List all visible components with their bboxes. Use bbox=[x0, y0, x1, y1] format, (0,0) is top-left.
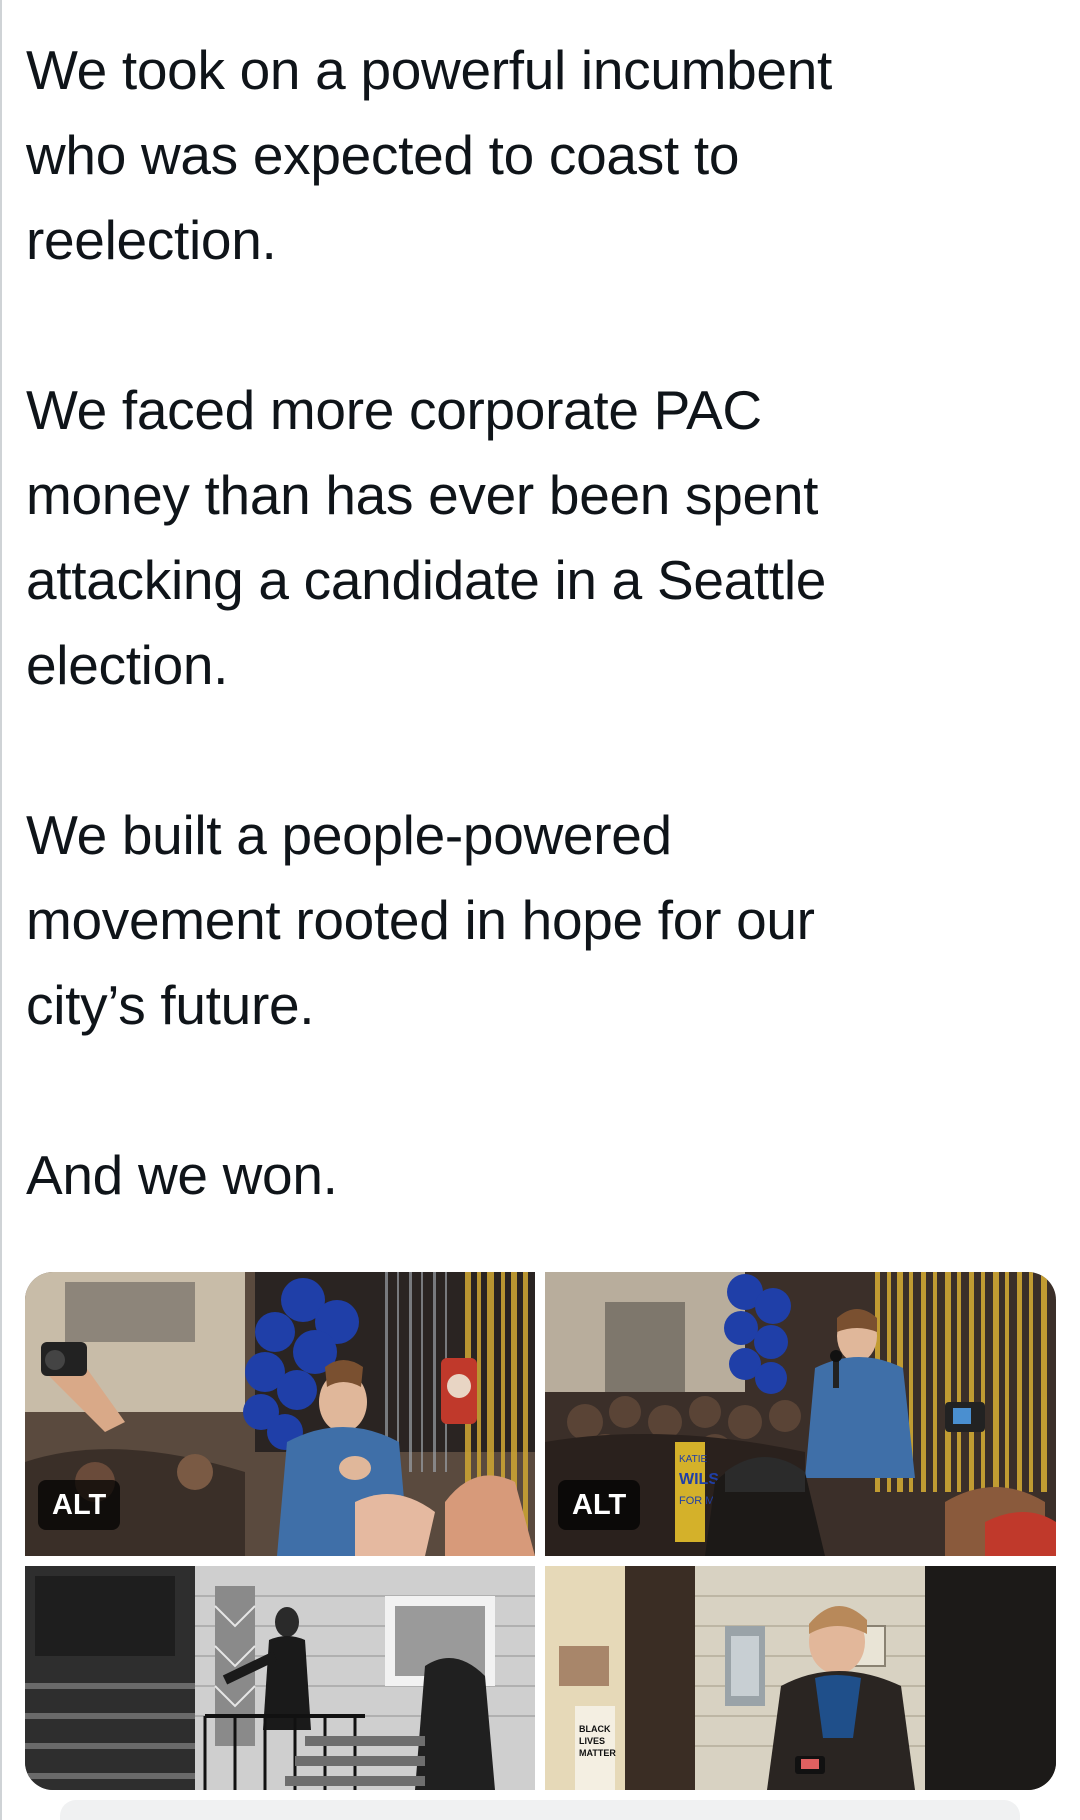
sign-line-1: KATIE bbox=[679, 1454, 707, 1465]
tweet-line: We built a people-powered bbox=[26, 804, 672, 866]
poster-line-2: LIVES bbox=[579, 1736, 605, 1746]
tweet-line: reelection. bbox=[26, 209, 277, 271]
crowd-celebration-photo[interactable]: ALT bbox=[25, 1272, 535, 1556]
tweet-paragraph: We built a people-powered movement roote… bbox=[26, 793, 1046, 1048]
porch-stairs-image bbox=[25, 1566, 535, 1790]
tweet-paragraph: We faced more corporate PAC money than h… bbox=[26, 368, 1046, 708]
bottom-bar bbox=[60, 1800, 1020, 1820]
media-grid: ALT KATIE WILS FOR M ALT BLACK LIVES MAT… bbox=[25, 1272, 1056, 1790]
tweet-line: money than has ever been spent bbox=[26, 464, 819, 526]
tweet-text: We took on a powerful incumbent who was … bbox=[26, 28, 1046, 1218]
tweet-line: We faced more corporate PAC bbox=[26, 379, 762, 441]
alt-badge[interactable]: ALT bbox=[558, 1480, 641, 1530]
tweet-line: city’s future. bbox=[26, 974, 315, 1036]
poster-line-3: MATTER bbox=[579, 1748, 616, 1758]
sign-line-2: WILS bbox=[679, 1471, 719, 1488]
tweet-paragraph: We took on a powerful incumbent who was … bbox=[26, 28, 1046, 283]
left-divider bbox=[0, 0, 2, 1820]
tweet-line: We took on a powerful incumbent bbox=[26, 39, 832, 101]
tweet-line: movement rooted in hope for our bbox=[26, 889, 815, 951]
tweet-line: election. bbox=[26, 634, 229, 696]
tweet-line: who was expected to coast to bbox=[26, 124, 740, 186]
doorway-phone-photo[interactable]: BLACK LIVES MATTER bbox=[545, 1566, 1056, 1790]
tweet-line: attacking a candidate in a Seattle bbox=[26, 549, 827, 611]
alt-badge[interactable]: ALT bbox=[38, 1480, 121, 1530]
poster-line-1: BLACK bbox=[579, 1724, 611, 1734]
porch-stairs-photo[interactable] bbox=[25, 1566, 535, 1790]
victory-speech-photo[interactable]: KATIE WILS FOR M ALT bbox=[545, 1272, 1056, 1556]
sign-line-3: FOR M bbox=[679, 1495, 714, 1507]
tweet-line: And we won. bbox=[26, 1144, 338, 1206]
doorway-phone-image: BLACK LIVES MATTER bbox=[545, 1566, 1056, 1790]
tweet-paragraph: And we won. bbox=[26, 1133, 1046, 1218]
